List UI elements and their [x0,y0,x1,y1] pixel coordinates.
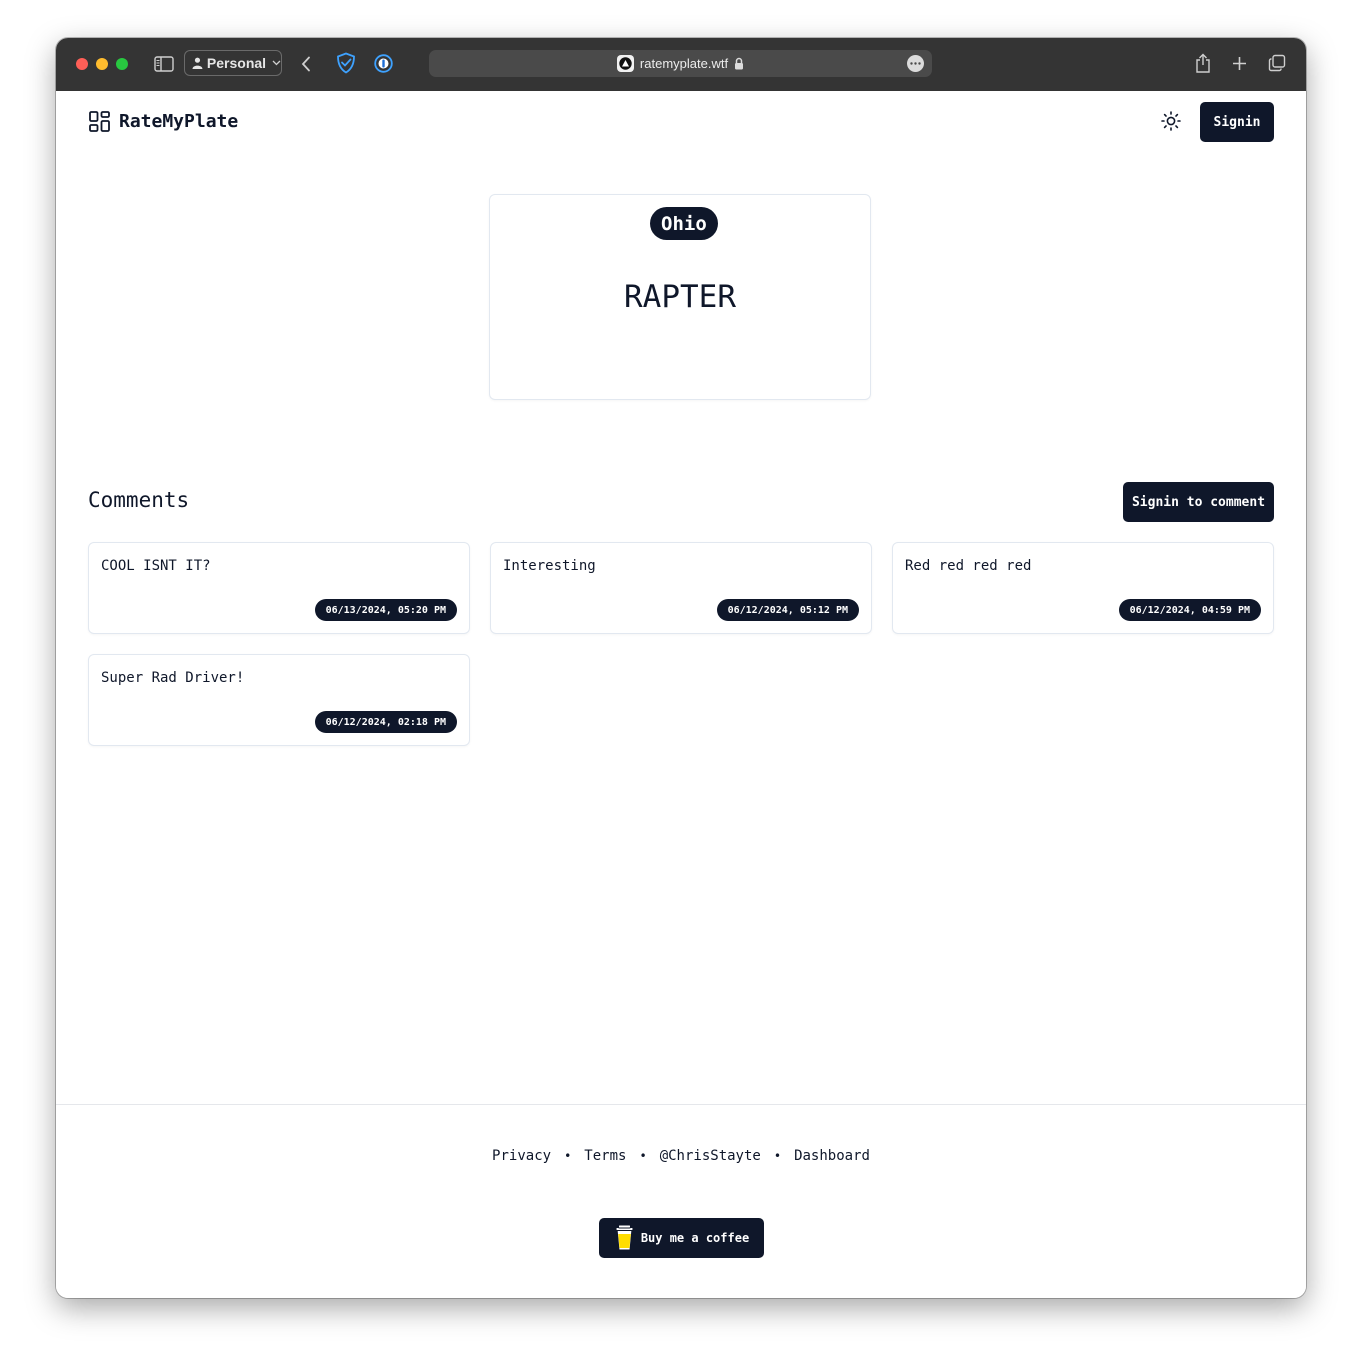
address-bar[interactable]: ratemyplate.wtf [429,50,932,77]
footer-separator: • [639,1149,647,1163]
browser-toolbar: Personal ratemyplate.wtf [56,38,1306,92]
coffee-label: Buy me a coffee [640,1231,750,1245]
password-manager-icon[interactable] [373,53,393,73]
comments-heading: Comments [88,488,190,512]
footer-separator: • [564,1149,572,1163]
new-tab-icon[interactable] [1230,54,1248,72]
share-icon[interactable] [1193,52,1213,74]
profile-switcher[interactable]: Personal [184,50,282,76]
comment-card: Red red red red 06/12/2024, 04:59 PM [892,542,1274,634]
comment-date-badge: 06/12/2024, 02:18 PM [314,711,457,733]
tab-overview-icon[interactable] [1267,53,1287,73]
comment-card: COOL ISNT IT? 06/13/2024, 05:20 PM [88,542,470,634]
comment-text: Super Rad Driver! [101,670,245,686]
signin-to-comment-button[interactable]: Signin to comment [1123,482,1274,522]
zoom-window-button[interactable] [116,58,128,70]
profile-label: Personal [206,55,267,71]
sidebar-toggle-icon[interactable] [153,54,175,74]
shield-check-icon[interactable] [335,52,357,74]
chevron-down-icon [272,60,281,66]
footer-link-terms[interactable]: Terms [584,1148,626,1164]
footer-links: Privacy • Terms • @ChrisStayte • Dashboa… [56,1148,1306,1164]
comment-card: Interesting 06/12/2024, 05:12 PM [490,542,872,634]
footer-separator: • [773,1149,782,1163]
url-text: ratemyplate.wtf [639,56,729,71]
footer-divider [56,1104,1306,1105]
grid-logo-icon [89,111,110,132]
plate-card: Ohio RAPTER [489,194,871,400]
comment-card: Super Rad Driver! 06/12/2024, 02:18 PM [88,654,470,746]
signin-button[interactable]: Signin [1200,102,1274,142]
comment-date-badge: 06/12/2024, 04:59 PM [1118,599,1261,621]
more-options-icon[interactable] [907,55,924,72]
site-logo[interactable]: RateMyPlate [89,111,238,132]
page-content: RateMyPlate Signin Ohio RAPTER Comments … [56,91,1306,1298]
minimize-window-button[interactable] [96,58,108,70]
comment-text: COOL ISNT IT? [101,558,211,574]
buy-me-a-coffee-button[interactable]: Buy me a coffee [599,1218,764,1258]
footer-link-privacy[interactable]: Privacy [492,1148,551,1164]
lock-icon [735,57,744,70]
comment-text: Interesting [503,558,596,574]
site-name: RateMyPlate [119,111,239,132]
browser-window: Personal ratemyplate.wtf RateMyPlate Sig… [56,38,1306,1298]
person-icon [192,57,203,69]
site-favicon-icon [616,55,634,72]
plate-number: RAPTER [624,279,736,315]
comment-date-badge: 06/12/2024, 05:12 PM [716,599,859,621]
close-window-button[interactable] [76,58,88,70]
comment-date-badge: 06/13/2024, 05:20 PM [314,599,457,621]
footer-link-twitter[interactable]: @ChrisStayte [660,1148,761,1164]
comment-text: Red red red red [905,558,1032,574]
back-arrow-icon[interactable] [297,54,315,74]
state-badge: Ohio [650,207,718,240]
coffee-cup-icon [615,1224,634,1251]
footer-link-dashboard[interactable]: Dashboard [794,1148,870,1164]
theme-toggle-sun-icon[interactable] [1159,109,1183,133]
